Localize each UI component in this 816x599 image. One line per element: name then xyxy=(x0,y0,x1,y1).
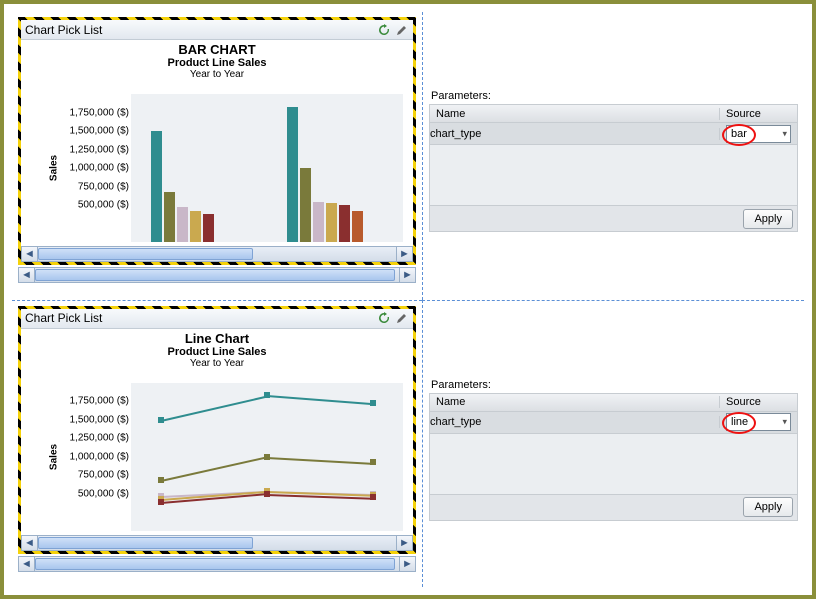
col-header-name: Name xyxy=(430,396,720,408)
refresh-icon[interactable] xyxy=(377,23,391,37)
cell-params-bar: Parameters: Name Source chart_type ▾ Ap xyxy=(422,12,804,300)
chart-title: BAR CHART xyxy=(21,40,413,57)
cell-bar-chart: Chart Pick List BAR CHART Product Line S… xyxy=(12,12,422,300)
apply-button[interactable]: Apply xyxy=(743,209,793,229)
chart-portlet-bar: Chart Pick List BAR CHART Product Line S… xyxy=(18,17,416,265)
edit-icon[interactable] xyxy=(395,23,409,37)
portlet-title: Chart Pick List xyxy=(25,23,102,37)
ytick: 1,500,000 ($) xyxy=(59,414,129,425)
scroll-right-icon[interactable]: ► xyxy=(396,536,412,550)
data-point xyxy=(370,459,376,465)
portlet-header: Chart Pick List xyxy=(21,20,413,40)
param-row: chart_type ▾ xyxy=(430,123,797,145)
bar xyxy=(190,211,201,242)
chart-area: Sales 1,750,000 ($) 1,500,000 ($) 1,250,… xyxy=(39,383,409,531)
outer-hscroll[interactable]: ◄ ► xyxy=(18,556,416,572)
source-select[interactable] xyxy=(726,125,791,143)
chart-subtitle-1: Product Line Sales xyxy=(21,57,413,69)
chart-subtitle-2: Year to Year xyxy=(21,69,413,82)
line-segment xyxy=(161,457,267,483)
col-header-name: Name xyxy=(430,108,720,120)
chart-subtitle-1: Product Line Sales xyxy=(21,346,413,358)
ytick: 1,250,000 ($) xyxy=(59,144,129,155)
y-axis-label: Sales xyxy=(49,443,60,469)
parameters-label: Parameters: xyxy=(431,90,491,102)
data-point xyxy=(370,400,376,406)
bar xyxy=(313,202,324,242)
scroll-thumb[interactable] xyxy=(35,558,395,570)
bar xyxy=(164,192,175,242)
edit-icon[interactable] xyxy=(395,311,409,325)
bar xyxy=(151,131,162,242)
scroll-thumb[interactable] xyxy=(38,248,253,260)
chart-area: Sales 1,750,000 ($) 1,500,000 ($) 1,250,… xyxy=(39,94,409,242)
bar xyxy=(177,207,188,242)
scroll-track[interactable] xyxy=(38,247,396,261)
scroll-right-icon[interactable]: ► xyxy=(396,247,412,261)
ytick: 1,750,000 ($) xyxy=(59,396,129,407)
parameters-panel: Name Source chart_type ▾ Apply xyxy=(429,393,798,521)
scroll-left-icon[interactable]: ◄ xyxy=(22,247,38,261)
portlet-body: BAR CHART Product Line Sales Year to Yea… xyxy=(21,40,413,246)
line-segment xyxy=(267,395,373,405)
bar xyxy=(203,214,214,242)
bar xyxy=(339,205,350,242)
scroll-track[interactable] xyxy=(35,557,399,571)
plot-area xyxy=(131,94,403,242)
y-axis-label: Sales xyxy=(49,155,60,181)
bar xyxy=(287,107,298,242)
parameters-panel: Name Source chart_type ▾ Apply xyxy=(429,104,798,232)
chart-subtitle-2: Year to Year xyxy=(21,358,413,371)
scroll-right-icon[interactable]: ► xyxy=(399,557,415,571)
portlet-title: Chart Pick List xyxy=(25,311,102,325)
scroll-left-icon[interactable]: ◄ xyxy=(19,268,35,282)
bar xyxy=(326,203,337,242)
ytick: 1,000,000 ($) xyxy=(59,163,129,174)
bar xyxy=(300,168,311,242)
app-frame: Chart Pick List BAR CHART Product Line S… xyxy=(0,0,816,599)
refresh-icon[interactable] xyxy=(377,311,391,325)
cell-params-line: Parameters: Name Source chart_type ▾ Ap xyxy=(422,300,804,588)
ytick: 1,750,000 ($) xyxy=(59,107,129,118)
ytick: 750,000 ($) xyxy=(59,181,129,192)
scroll-right-icon[interactable]: ► xyxy=(399,268,415,282)
scroll-track[interactable] xyxy=(38,536,396,550)
chart-hscroll[interactable]: ◄ ► xyxy=(21,535,413,551)
plot-area xyxy=(131,383,403,531)
col-header-source: Source xyxy=(720,108,797,120)
line-segment xyxy=(267,457,373,465)
portlet-body: Line Chart Product Line Sales Year to Ye… xyxy=(21,329,413,535)
params-header-row: Name Source xyxy=(430,394,797,412)
chart-title: Line Chart xyxy=(21,329,413,346)
params-header-row: Name Source xyxy=(430,105,797,123)
bar xyxy=(352,211,363,242)
apply-button[interactable]: Apply xyxy=(743,497,793,517)
cell-line-chart: Chart Pick List Line Chart Product Line … xyxy=(12,300,422,588)
ytick: 1,250,000 ($) xyxy=(59,433,129,444)
chart-hscroll[interactable]: ◄ ► xyxy=(21,246,413,262)
source-select[interactable] xyxy=(726,413,791,431)
ytick: 1,500,000 ($) xyxy=(59,126,129,137)
parameters-label: Parameters: xyxy=(431,379,491,391)
chart-portlet-line: Chart Pick List Line Chart Product Line … xyxy=(18,306,416,554)
portlet-header: Chart Pick List xyxy=(21,309,413,329)
outer-hscroll[interactable]: ◄ ► xyxy=(18,267,416,283)
ytick: 750,000 ($) xyxy=(59,470,129,481)
scroll-track[interactable] xyxy=(35,268,399,282)
ytick: 500,000 ($) xyxy=(59,488,129,499)
scroll-left-icon[interactable]: ◄ xyxy=(22,536,38,550)
data-point xyxy=(370,494,376,500)
line-segment xyxy=(161,395,267,421)
scroll-thumb[interactable] xyxy=(38,537,253,549)
ytick: 500,000 ($) xyxy=(59,200,129,211)
ytick: 1,000,000 ($) xyxy=(59,451,129,462)
param-name: chart_type xyxy=(430,128,720,140)
param-row: chart_type ▾ xyxy=(430,412,797,434)
col-header-source: Source xyxy=(720,396,797,408)
scroll-thumb[interactable] xyxy=(35,269,395,281)
param-name: chart_type xyxy=(430,416,720,428)
scroll-left-icon[interactable]: ◄ xyxy=(19,557,35,571)
